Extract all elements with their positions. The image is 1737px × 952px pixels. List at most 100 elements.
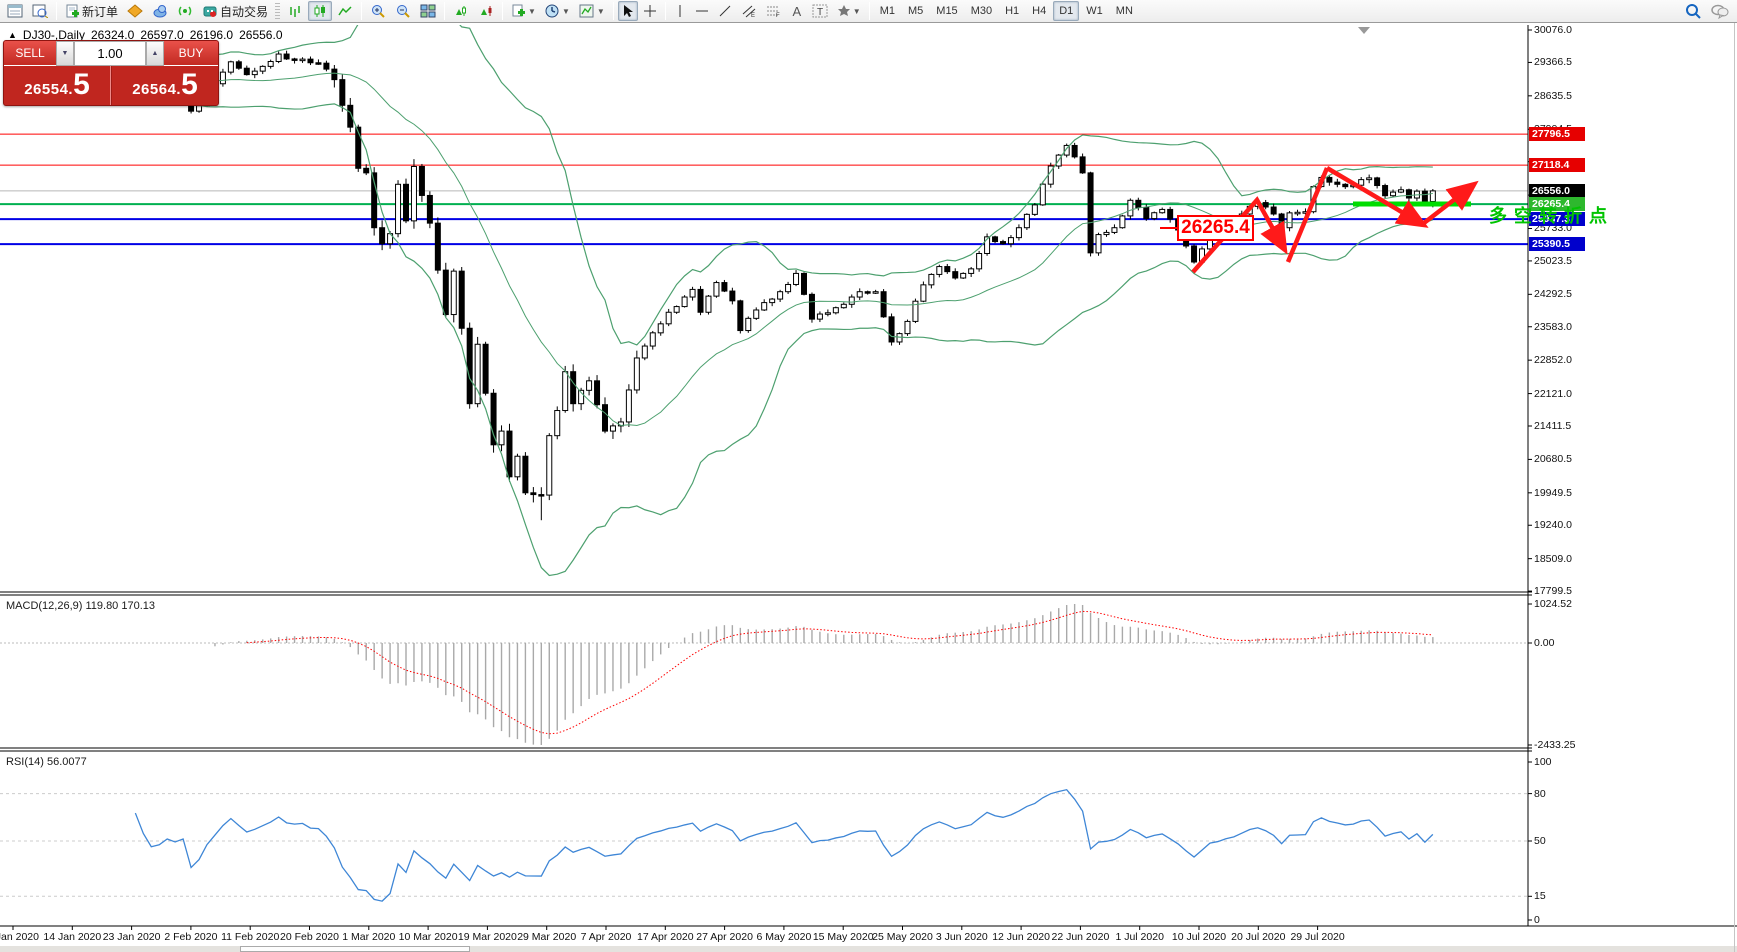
- price-level-label-27796.5[interactable]: 27796.5: [1529, 127, 1585, 141]
- buy-button[interactable]: BUY: [164, 41, 218, 66]
- candle-body: [977, 253, 982, 268]
- date-tick-label[interactable]: 10 Mar 2020: [399, 931, 458, 943]
- signals-icon[interactable]: [173, 1, 197, 21]
- buy-price-pip: 5: [181, 70, 198, 100]
- candle-body: [1144, 208, 1149, 219]
- candle-body: [1096, 235, 1101, 253]
- fibonacci-icon[interactable]: F: [762, 1, 786, 21]
- tab-timeframe-mn[interactable]: MN: [1110, 1, 1139, 21]
- date-tick-label[interactable]: 11 Feb 2020: [221, 931, 279, 943]
- date-tick-label[interactable]: 14 Jan 2020: [43, 931, 101, 943]
- text-icon[interactable]: A: [787, 1, 807, 21]
- toolbar-separator: [56, 2, 57, 20]
- annotation-price-label[interactable]: 26265.4: [1177, 215, 1254, 241]
- collapse-panel-icon[interactable]: ▲: [8, 30, 17, 40]
- candle-body: [857, 292, 862, 297]
- horizontal-line-icon[interactable]: [691, 1, 713, 21]
- new-order-dropdown[interactable]: ▼: [507, 1, 540, 21]
- date-tick-label[interactable]: 15 May 2020: [813, 931, 874, 943]
- volume-input[interactable]: 1.00: [74, 41, 146, 66]
- trendline-icon[interactable]: [714, 1, 736, 21]
- search-icon[interactable]: [1680, 1, 1706, 21]
- candle-body: [1152, 213, 1157, 219]
- annotation-cn-text[interactable]: 多空转折点: [1489, 202, 1614, 228]
- sell-price[interactable]: 26554.5: [4, 66, 110, 106]
- candle-body: [953, 272, 958, 278]
- auto-scroll-icon[interactable]: [449, 1, 473, 21]
- rsi-tick-label: 50: [1534, 835, 1546, 847]
- metaeditor-icon[interactable]: [123, 1, 147, 21]
- macd-pane: [0, 604, 1528, 745]
- sell-button[interactable]: SELL: [4, 41, 56, 66]
- vertical-line-icon[interactable]: [670, 1, 690, 21]
- scrollbar-thumb[interactable]: [240, 946, 470, 952]
- zoom-in-icon[interactable]: [366, 1, 390, 21]
- date-tick-label[interactable]: 7 Apr 2020: [581, 931, 632, 943]
- tab-timeframe-m1[interactable]: M1: [874, 1, 901, 21]
- date-tick-label[interactable]: 1 Mar 2020: [342, 931, 395, 943]
- shapes-dropdown[interactable]: ▼: [833, 1, 865, 21]
- candle-body: [260, 66, 265, 71]
- date-tick-label[interactable]: 1 Jul 2020: [1115, 931, 1163, 943]
- volume-decrease-button[interactable]: ▼: [56, 41, 74, 66]
- tab-timeframe-m30[interactable]: M30: [965, 1, 998, 21]
- price-level-label-25390.5[interactable]: 25390.5: [1529, 237, 1585, 251]
- horizontal-scrollbar[interactable]: [0, 946, 1737, 952]
- tab-timeframe-h4[interactable]: H4: [1026, 1, 1052, 21]
- price-tick-label: 19240.0: [1534, 519, 1572, 531]
- date-tick-label[interactable]: 3 Jun 2020: [936, 931, 988, 943]
- autotrading-button[interactable]: 自动交易: [198, 1, 272, 21]
- new-chart-window-icon[interactable]: [3, 1, 27, 21]
- price-level-label-27118.4[interactable]: 27118.4: [1529, 158, 1585, 172]
- periods-dropdown[interactable]: ▼: [541, 1, 574, 21]
- date-tick-label[interactable]: 25 May 2020: [872, 931, 933, 943]
- date-tick-label[interactable]: 5 Jan 2020: [0, 931, 39, 943]
- date-tick-label[interactable]: 2 Feb 2020: [164, 931, 217, 943]
- virtual-hosting-icon[interactable]: [148, 1, 172, 21]
- candle-body: [1263, 203, 1268, 207]
- window-border: [1734, 0, 1735, 952]
- candle-body: [1391, 192, 1396, 196]
- date-tick-label[interactable]: 12 Jun 2020: [992, 931, 1050, 943]
- indicators-dropdown[interactable]: ▼: [575, 1, 609, 21]
- tab-timeframe-d1[interactable]: D1: [1053, 1, 1079, 21]
- date-tick-label[interactable]: 22 Jun 2020: [1051, 931, 1109, 943]
- tile-windows-icon[interactable]: [416, 1, 440, 21]
- buy-price[interactable]: 26564.5: [112, 66, 218, 106]
- date-tick-label[interactable]: 29 Jul 2020: [1290, 931, 1344, 943]
- candlestick-chart-icon[interactable]: [308, 1, 332, 21]
- volume-increase-button[interactable]: ▲: [146, 41, 164, 66]
- date-tick-label[interactable]: 19 Mar 2020: [458, 931, 517, 943]
- candle-body: [268, 61, 273, 66]
- tab-timeframe-w1[interactable]: W1: [1080, 1, 1109, 21]
- date-tick-label[interactable]: 20 Jul 2020: [1231, 931, 1285, 943]
- price-tick-label: 25023.5: [1534, 255, 1572, 267]
- chart-canvas[interactable]: [0, 24, 1737, 952]
- date-tick-label[interactable]: 23 Jan 2020: [103, 931, 161, 943]
- candle-body: [873, 292, 878, 294]
- line-chart-icon[interactable]: [333, 1, 357, 21]
- candle-body: [730, 291, 735, 301]
- crosshair-icon[interactable]: [639, 1, 661, 21]
- date-tick-label[interactable]: 20 Feb 2020: [280, 931, 339, 943]
- bar-chart-icon[interactable]: [283, 1, 307, 21]
- price-level-label-26556.0[interactable]: 26556.0: [1529, 184, 1585, 198]
- candle-body: [244, 68, 249, 74]
- text-label-icon[interactable]: T: [808, 1, 832, 21]
- tab-timeframe-m5[interactable]: M5: [902, 1, 929, 21]
- date-tick-label[interactable]: 10 Jul 2020: [1172, 931, 1226, 943]
- date-tick-label[interactable]: 29 Mar 2020: [517, 931, 576, 943]
- chat-icon[interactable]: [1706, 1, 1734, 21]
- market-profile-icon[interactable]: [28, 1, 52, 21]
- tab-timeframe-h1[interactable]: H1: [999, 1, 1025, 21]
- cursor-icon[interactable]: [618, 1, 638, 21]
- date-tick-label[interactable]: 27 Apr 2020: [696, 931, 753, 943]
- new-order-button[interactable]: 新订单: [61, 1, 122, 21]
- equidistant-channel-icon[interactable]: E: [737, 1, 761, 21]
- zoom-out-icon[interactable]: [391, 1, 415, 21]
- tab-timeframe-m15[interactable]: M15: [930, 1, 963, 21]
- candle-body: [499, 431, 504, 445]
- chart-shift-icon[interactable]: [474, 1, 498, 21]
- date-tick-label[interactable]: 17 Apr 2020: [637, 931, 694, 943]
- date-tick-label[interactable]: 6 May 2020: [756, 931, 811, 943]
